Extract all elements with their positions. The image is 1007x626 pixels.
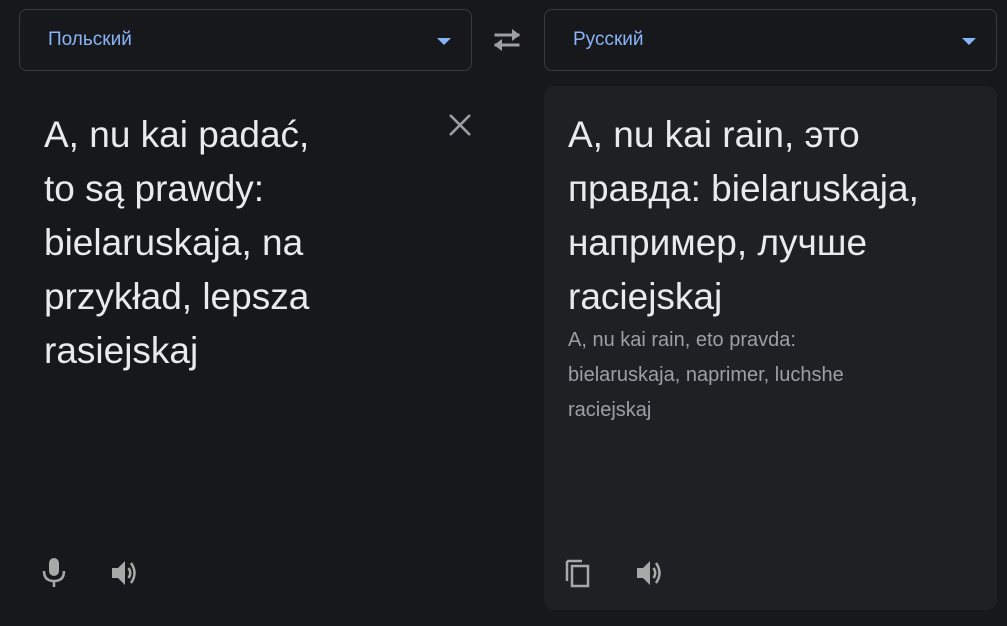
chevron-down-icon (962, 38, 976, 45)
chevron-down-icon (437, 38, 451, 45)
close-icon (449, 114, 471, 136)
listen-source-button[interactable] (109, 557, 141, 589)
swap-languages-icon (494, 29, 520, 51)
copy-translation-button[interactable] (562, 557, 594, 589)
transliteration-text: A, nu kai rain, eto pravda: bielaruskaja… (568, 329, 844, 421)
listen-translation-button[interactable] (634, 557, 666, 589)
target-language-label: Русский (573, 29, 644, 50)
translation-text: A, nu kai rain, это правда: bielaruskaja… (568, 114, 919, 317)
microphone-icon (42, 558, 66, 587)
microphone-button[interactable] (38, 557, 70, 589)
speaker-icon (637, 561, 661, 585)
source-language-label: Польский (48, 29, 132, 50)
copy-icon (565, 559, 590, 588)
clear-text-button[interactable] (447, 112, 473, 138)
target-language-select[interactable]: Русский (544, 9, 997, 71)
translation-panel: A, nu kai rain, это правда: bielaruskaja… (544, 86, 997, 610)
swap-languages-button[interactable] (488, 24, 526, 56)
translator-page: Польский Русский A, nu kai padać, to są … (0, 0, 1007, 626)
speaker-icon (112, 561, 136, 585)
source-text-input[interactable]: A, nu kai padać, to są prawdy: bielarusk… (44, 108, 434, 378)
source-language-select[interactable]: Польский (19, 9, 472, 71)
source-panel: A, nu kai padać, to są prawdy: bielarusk… (19, 86, 489, 610)
